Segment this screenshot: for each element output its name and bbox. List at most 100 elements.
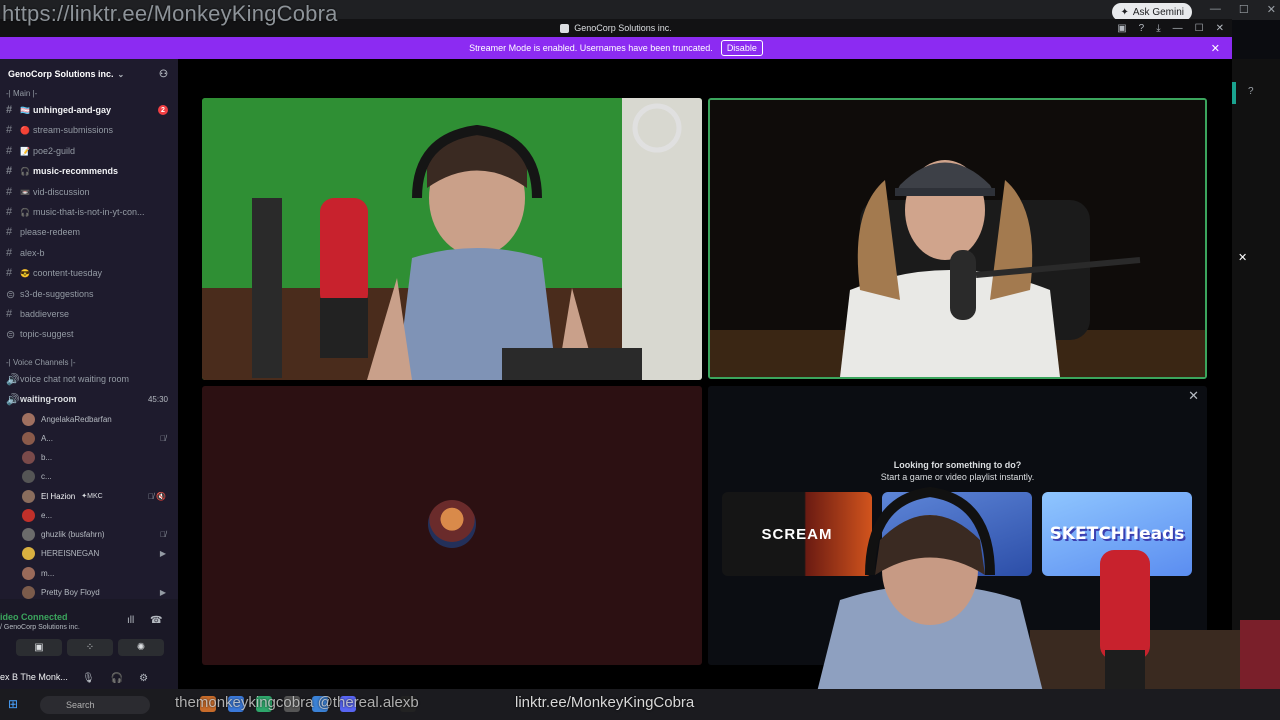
channel-baddieverse[interactable]: # baddieverse: [6, 305, 172, 323]
channel-music-recommends[interactable]: # 🎧 music-recommends: [6, 162, 172, 180]
streamer-mode-banner: Streamer Mode is enabled. Usernames have…: [0, 37, 1232, 59]
download-icon[interactable]: ⤓: [1156, 23, 1160, 34]
soundboard-button[interactable]: ✺: [118, 639, 164, 656]
voice-user[interactable]: AngelakaRedbarfan: [22, 410, 172, 428]
help-icon[interactable]: ?: [1139, 23, 1145, 34]
voice-user[interactable]: HEREISNEGAN ▶: [22, 544, 172, 562]
muted-deafened-icon: 🎙̸ 🔇: [147, 491, 166, 501]
screen-share-button[interactable]: ▣: [16, 639, 62, 656]
hash-icon: #: [6, 124, 13, 136]
avatar: [22, 508, 35, 522]
voice-user[interactable]: b...: [22, 448, 172, 466]
voice-channel-not-waiting-room[interactable]: 🔊 voice chat not waiting room: [6, 370, 172, 388]
video-tile-speaking[interactable]: [708, 98, 1207, 379]
settings-gear-icon[interactable]: ⚙: [139, 673, 148, 684]
start-icon[interactable]: ⊞: [8, 697, 18, 711]
channel-emoji: 🎧: [20, 207, 30, 217]
close-icon[interactable]: ✕: [1267, 3, 1276, 16]
avatar: [22, 412, 35, 426]
video-tile-avatar-only[interactable]: [202, 386, 702, 665]
muted-icon: 🎙̸: [160, 529, 166, 539]
speaker-icon: 🔊: [6, 393, 20, 406]
forum-icon: ⊜: [6, 288, 16, 301]
hash-icon: #: [6, 267, 13, 279]
user-tag: ✦MKC: [81, 493, 103, 500]
avatar: [22, 585, 35, 599]
soundboard-icon: ✺: [136, 642, 146, 653]
minimize-icon[interactable]: —: [1210, 3, 1221, 16]
activities-heading: Looking for something to do?: [893, 460, 1022, 470]
channel-s3-de-suggestions[interactable]: ⊜ s3-de-suggestions: [6, 285, 172, 303]
activities-button[interactable]: ⁘: [67, 639, 113, 656]
muted-icon: 🎙̸: [160, 433, 166, 443]
voice-user-name: b...: [41, 452, 53, 462]
voice-user-name: AngelakaRedbarfan: [41, 414, 112, 424]
channel-poe2-guild[interactable]: # 📝 poe2-guild: [6, 142, 172, 160]
channel-emoji: 😎: [20, 268, 30, 278]
app-title: GenoCorp Solutions inc.: [574, 23, 672, 33]
channel-emoji: 🎧: [20, 166, 30, 176]
server-name: GenoCorp Solutions inc.: [8, 69, 114, 79]
stream-overlay-link: https://linktr.ee/MonkeyKingCobra: [2, 1, 338, 26]
server-icon: [560, 23, 570, 33]
add-user-icon[interactable]: ⚇: [159, 69, 168, 80]
avatar: [22, 566, 35, 580]
channel-unhinged-and-gay[interactable]: # 🏳️‍⚧️ unhinged-and-gay 2: [6, 101, 172, 119]
voice-status[interactable]: ideo Connected: [0, 612, 68, 622]
voice-user[interactable]: m...: [22, 564, 172, 582]
current-user-name[interactable]: ex B The Monk...: [0, 672, 68, 682]
voice-user-name: HEREISNEGAN: [41, 548, 100, 558]
minimize-icon[interactable]: —: [1173, 23, 1183, 34]
channel-vid-discussion[interactable]: # 📼 vid-discussion: [6, 183, 172, 201]
voice-user-name: Pretty Boy Floyd: [41, 587, 100, 597]
voice-user-name: A...: [41, 433, 54, 443]
channel-sidebar: GenoCorp Solutions inc. ⌄ ⚇ -| Main |- #…: [0, 59, 178, 599]
close-icon[interactable]: ✕: [1211, 42, 1220, 55]
maximize-icon[interactable]: ☐: [1195, 23, 1204, 34]
channel-alex-b[interactable]: # alex-b: [6, 244, 172, 262]
disable-streamer-mode-button[interactable]: Disable: [720, 40, 763, 56]
channel-label: please-redeem: [20, 227, 81, 237]
voice-channel-waiting-room[interactable]: 🔊 waiting-room 45:30: [6, 390, 172, 408]
disconnect-icon[interactable]: ☎: [150, 615, 162, 626]
hash-icon: #: [6, 165, 13, 177]
channel-coontent-tuesday[interactable]: # 😎 coontent-tuesday: [6, 264, 172, 282]
category-main[interactable]: -| Main |-: [6, 89, 37, 98]
signal-icon[interactable]: ıll: [127, 615, 134, 626]
inbox-icon[interactable]: ▣: [1117, 23, 1126, 34]
voice-user-name: e...: [41, 510, 53, 520]
channel-label: s3-de-suggestions: [20, 289, 94, 299]
maximize-icon[interactable]: ☐: [1239, 3, 1249, 16]
mic-icon[interactable]: 🎙: [82, 673, 95, 684]
close-icon[interactable]: ✕: [1238, 251, 1252, 265]
voice-user[interactable]: c...: [22, 467, 172, 485]
channel-emoji: 🔴: [20, 125, 30, 135]
stream-overlay-link-bottom: linktr.ee/MonkeyKingCobra: [515, 694, 695, 711]
avatar: [22, 469, 35, 483]
channel-label: music-recommends: [32, 166, 118, 176]
close-icon[interactable]: ✕: [1188, 388, 1199, 404]
voice-user[interactable]: e...: [22, 506, 172, 524]
gemini-icon: ✦: [1120, 6, 1129, 18]
avatar: [22, 489, 35, 503]
category-voice[interactable]: -| Voice Channels |-: [6, 358, 76, 367]
voice-user[interactable]: A... 🎙̸: [22, 429, 172, 447]
voice-user[interactable]: ghuzlik (busfahrn) 🎙̸: [22, 525, 172, 543]
channel-emoji: 📼: [20, 187, 30, 197]
close-icon[interactable]: ✕: [1216, 23, 1224, 34]
headphones-icon[interactable]: 🎧: [111, 673, 123, 684]
channel-music-not-in-yt[interactable]: # 🎧 music-that-is-not-in-yt-con...: [6, 203, 172, 221]
help-icon[interactable]: ?: [1248, 86, 1254, 97]
channel-please-redeem[interactable]: # please-redeem: [6, 223, 172, 241]
server-header[interactable]: GenoCorp Solutions inc. ⌄ ⚇: [0, 59, 178, 89]
video-tile-green-screen[interactable]: [202, 98, 702, 380]
taskbar-search[interactable]: Search: [40, 696, 150, 714]
hash-icon: #: [6, 206, 13, 218]
channel-topic-suggest[interactable]: ⊜ topic-suggest: [6, 325, 172, 343]
voice-user[interactable]: El Hazion ✦MKC 🎙̸ 🔇: [22, 487, 172, 505]
voice-user-name: ghuzlik (busfahrn): [41, 529, 105, 539]
voice-user-name: El Hazion: [41, 491, 76, 501]
channel-stream-submissions[interactable]: # 🔴 stream-submissions: [6, 121, 172, 139]
video-frame-2: [710, 100, 1205, 377]
forum-icon: ⊜: [6, 328, 16, 341]
